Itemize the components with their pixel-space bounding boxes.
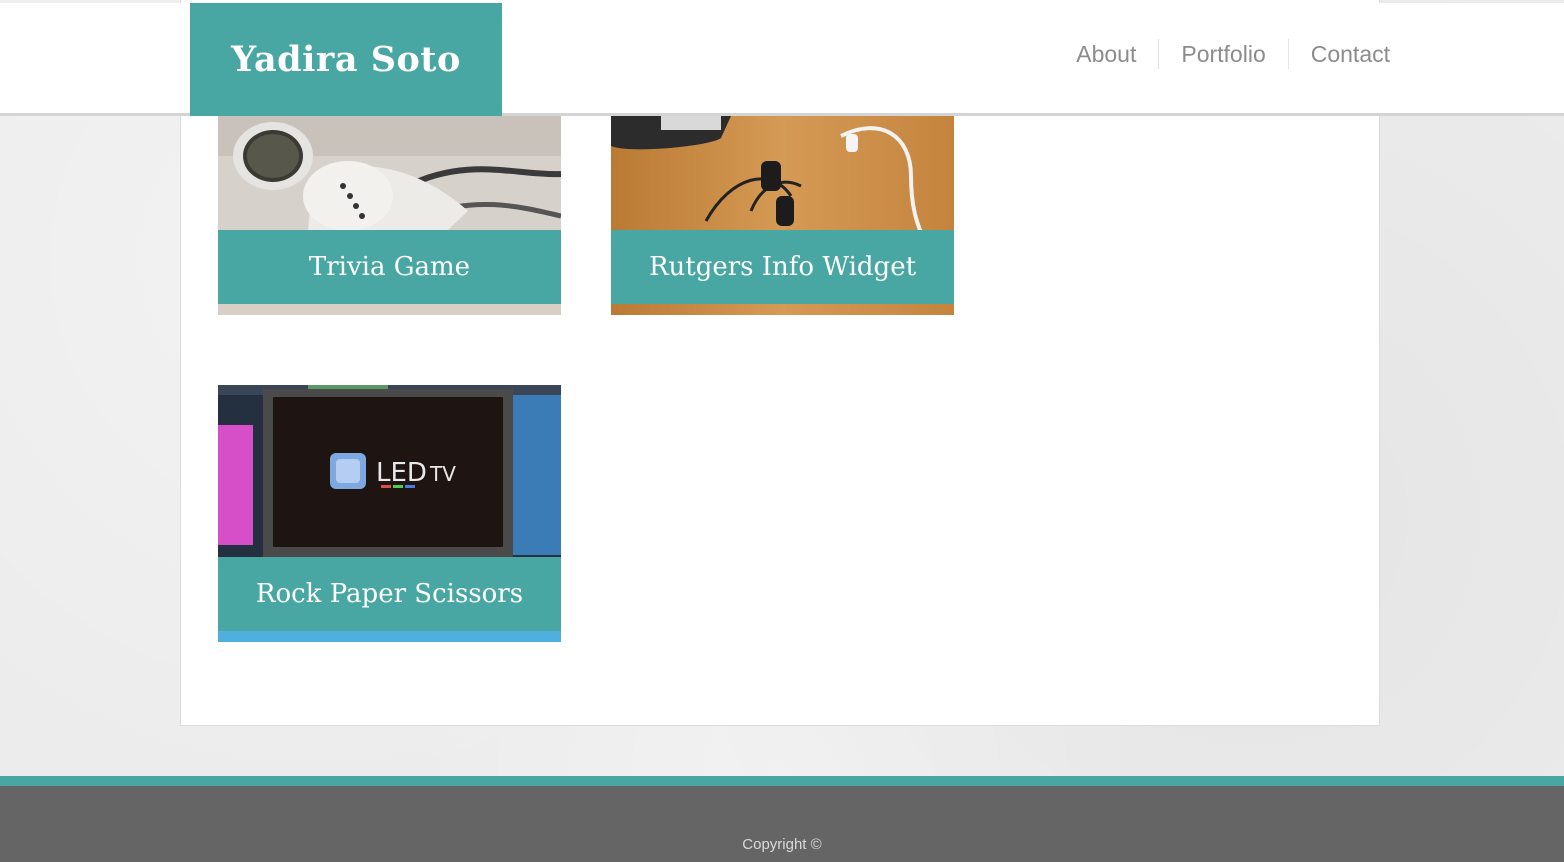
portfolio-card-trivia-game[interactable]: Trivia Game [218,116,561,315]
portfolio-card-rutgers-info-widget[interactable]: Rutgers Info Widget [611,116,954,315]
svg-text:TV: TV [429,462,456,486]
nav-link-portfolio[interactable]: Portfolio [1158,39,1287,69]
portfolio-card-title: Trivia Game [218,230,561,304]
nav-link-contact[interactable]: Contact [1287,39,1390,69]
nav-link-about[interactable]: About [1054,39,1158,69]
portfolio-card-title: Rutgers Info Widget [611,230,954,304]
footer-accent-stripe [0,776,1564,786]
portfolio-card-title: Rock Paper Scissors [218,557,561,631]
portfolio-card-rock-paper-scissors[interactable]: LED TV Rock Paper Scissors [218,385,561,642]
site-footer: Copyright © [0,786,1564,862]
site-logo[interactable]: Yadira Soto [190,3,502,116]
svg-text:LED: LED [376,458,427,488]
site-header: Yadira Soto About Portfolio Contact [0,3,1564,116]
main-nav: About Portfolio Contact [1054,39,1390,69]
copyright-text: Copyright © [742,836,822,853]
